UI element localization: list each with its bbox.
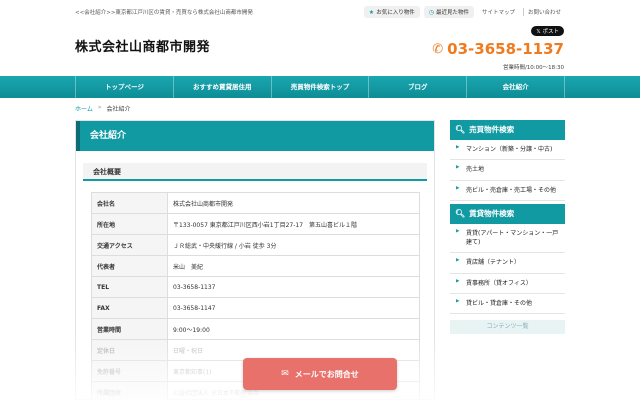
- row-value: 〒133-0057 東京都江戸川区西小岩1丁目27-17 第五山喜ビル１階: [167, 213, 420, 235]
- row-label: 会社名: [91, 192, 168, 214]
- row-label: 代表者: [91, 255, 168, 277]
- star-icon: ★: [368, 8, 375, 16]
- row-label: TEL: [91, 276, 168, 298]
- table-row: 代表者 米山 美紀: [91, 255, 420, 277]
- row-label: 営業時間: [91, 318, 168, 340]
- sidebar-link[interactable]: 賃店舗（テナント）: [450, 253, 565, 274]
- contact-link[interactable]: お問い合わせ: [522, 8, 565, 16]
- global-nav: トップページ おすすめ賃貸居住用 売買物件検索トップ ブログ 会社紹介: [0, 76, 640, 98]
- contents-list-heading: コンテンツ一覧: [450, 320, 565, 335]
- table-row: FAX 03-3658-1147: [91, 297, 420, 319]
- table-row: 交通アクセス ＪＲ総武・中央緩行線 / 小岩 徒歩 3分: [91, 234, 420, 256]
- nav-item[interactable]: トップページ: [75, 76, 173, 98]
- sidebar: 🔍︎売買物件検索 マンション（新築・分譲・中古)売土地売ビル・売倉庫・売工場・そ…: [450, 120, 565, 335]
- favorites-button[interactable]: ★ お気に入り物件: [363, 6, 420, 18]
- sidebar-link[interactable]: 賃事務所（貸オフィス）: [450, 273, 565, 295]
- business-hours: 営業時間/10:00〜18:30: [502, 65, 564, 71]
- table-row: 所在地 〒133-0057 東京都江戸川区西小岩1丁目27-17 第五山喜ビル１階: [91, 213, 420, 235]
- row-value: 米山 美紀: [167, 255, 420, 277]
- nav-item[interactable]: 売買物件検索トップ: [270, 76, 369, 98]
- rent-search-heading: 🔍︎ 賃貸物件検索: [450, 203, 565, 224]
- table-row: 営業時間 9:00〜19:00: [91, 318, 420, 340]
- recent-button[interactable]: ◷ 最近見た物件: [423, 6, 474, 18]
- breadcrumb-current: 会社紹介: [106, 106, 131, 113]
- phone-number[interactable]: ✆ 03-3658-1137: [432, 40, 564, 58]
- row-value: ＪＲ総武・中央緩行線 / 小岩 徒歩 3分: [167, 234, 420, 256]
- breadcrumb-home[interactable]: ホーム: [75, 104, 93, 113]
- table-row: TEL 03-3658-1137: [91, 276, 420, 298]
- nav-item[interactable]: ブログ: [368, 76, 466, 98]
- sidebar-link[interactable]: マンション（新築・分譲・中古): [450, 140, 565, 161]
- phone-icon: ✆: [432, 41, 444, 57]
- row-label: 所在地: [91, 213, 168, 235]
- utility-bar: ★ お気に入り物件 ◷ 最近見た物件 サイトマップ お問い合わせ: [363, 6, 565, 18]
- nav-item[interactable]: 会社紹介: [466, 76, 565, 98]
- sidebar-link[interactable]: 賃貸(アパート・マンション・一戸建て): [450, 223, 565, 254]
- site-tagline: <<会社紹介>>東京都江戸川区の賃貸・売買なら株式会社山商都市開発: [75, 10, 253, 16]
- section-title: 会社概要: [83, 163, 427, 181]
- x-post-button[interactable]: 𝕏 ポスト: [531, 26, 564, 36]
- table-row: 会社名 株式会社山商都市開発: [91, 192, 420, 214]
- site-logo[interactable]: 株式会社山商都市開発: [75, 36, 210, 55]
- row-label: 交通アクセス: [91, 234, 168, 256]
- breadcrumb-separator: »: [97, 104, 102, 111]
- history-icon: ◷: [428, 8, 434, 16]
- nav-item[interactable]: おすすめ賃貸居住用: [172, 76, 271, 98]
- page-title: 会社紹介: [76, 121, 434, 151]
- breadcrumb: ホーム » 会社紹介: [75, 104, 131, 113]
- sidebar-link[interactable]: 貸ビル・貸倉庫・その他: [450, 294, 565, 315]
- sidebar-link[interactable]: 売ビル・売倉庫・売工場・その他: [450, 180, 565, 201]
- row-value: 株式会社山商都市開発: [167, 192, 420, 214]
- sale-search-heading: 🔍︎ 売買物件検索: [450, 120, 565, 140]
- sitemap-link[interactable]: サイトマップ: [478, 8, 519, 16]
- row-label: FAX: [91, 297, 168, 319]
- search-icon: 🔍︎: [455, 208, 466, 218]
- mail-icon: ✉: [281, 369, 289, 379]
- search-icon: 🔍︎: [455, 125, 466, 134]
- mail-contact-button[interactable]: ✉ メールでお問合せ: [243, 358, 397, 390]
- row-value: 03-3658-1137: [167, 276, 420, 298]
- row-value: 9:00〜19:00: [167, 318, 420, 340]
- sidebar-link[interactable]: 売土地: [450, 160, 565, 181]
- row-value: 03-3658-1147: [167, 297, 420, 319]
